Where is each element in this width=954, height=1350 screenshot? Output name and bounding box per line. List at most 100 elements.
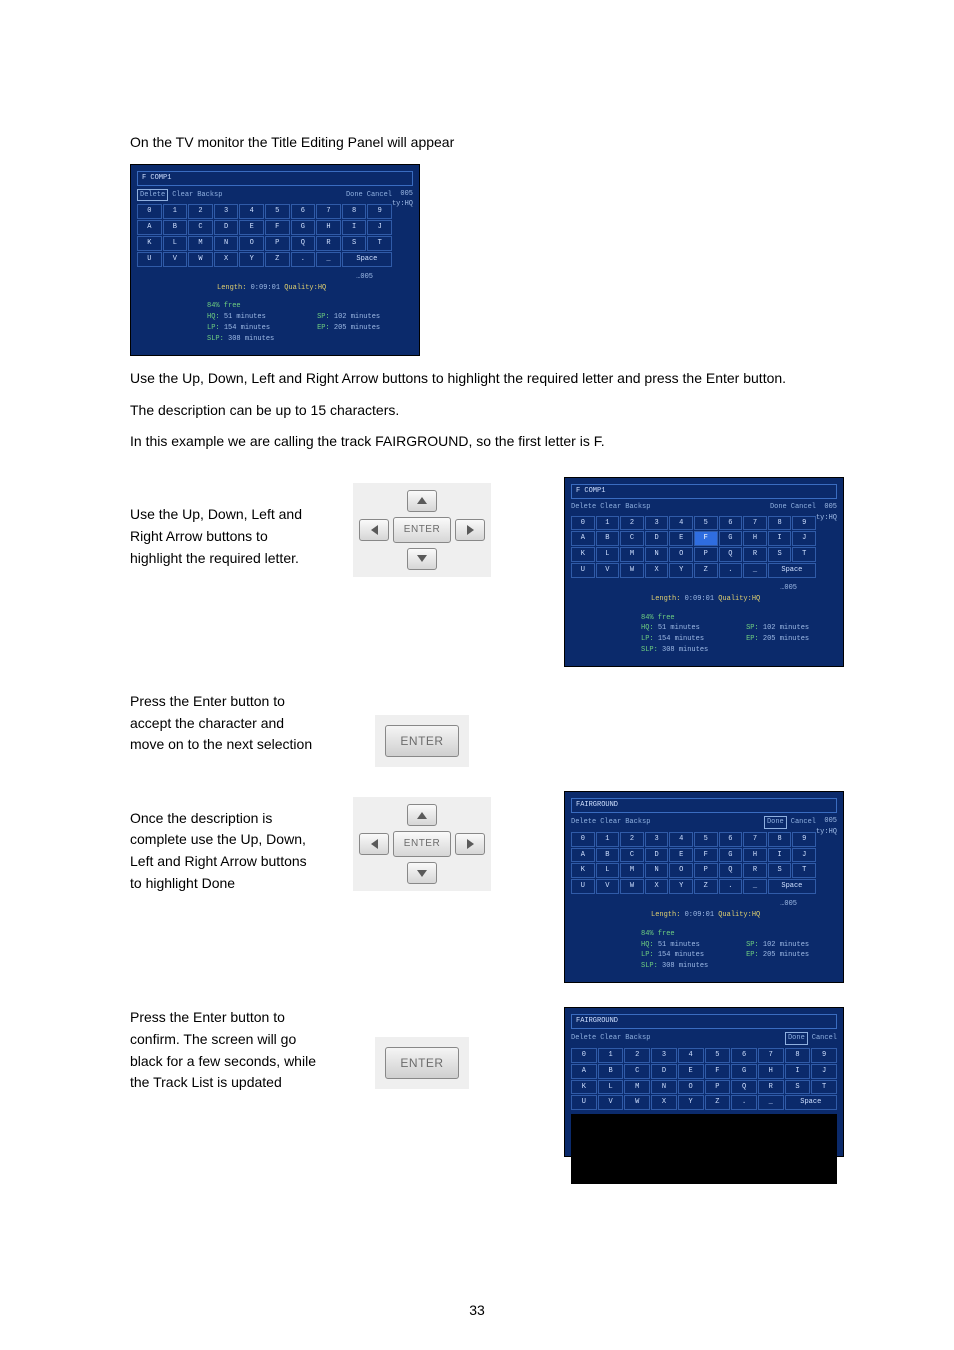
key-U: U — [571, 563, 595, 578]
intro-text: On the TV monitor the Title Editing Pane… — [130, 132, 844, 154]
key-C: C — [624, 1064, 650, 1079]
key-S: S — [768, 863, 792, 878]
arrow-down-icon[interactable] — [407, 548, 437, 570]
enter-button[interactable]: ENTER — [385, 1047, 459, 1079]
key-J: J — [367, 220, 392, 235]
key-B: B — [163, 220, 188, 235]
key-M: M — [620, 863, 644, 878]
key-L: L — [163, 236, 188, 251]
key-I: I — [768, 531, 792, 546]
key-Y: Y — [669, 879, 693, 894]
key-.: . — [291, 252, 316, 267]
enter-button[interactable]: ENTER — [393, 831, 451, 857]
key-N: N — [214, 236, 239, 251]
instruction-1: Use the Up, Down, Left and Right Arrow b… — [130, 368, 844, 390]
key-W: W — [624, 1095, 650, 1110]
key-_: _ — [316, 252, 341, 267]
key-M: M — [620, 547, 644, 562]
arrow-right-icon[interactable] — [455, 833, 485, 855]
key-7: 7 — [743, 832, 767, 847]
key-6: 6 — [719, 832, 743, 847]
key-0: 0 — [137, 204, 162, 219]
key-X: X — [645, 879, 669, 894]
arrow-left-icon[interactable] — [359, 833, 389, 855]
tv-cancel: Cancel — [367, 190, 392, 201]
key-H: H — [743, 531, 767, 546]
key-1: 1 — [163, 204, 188, 219]
key-X: X — [651, 1095, 677, 1110]
key-1: 1 — [596, 516, 620, 531]
key-1: 1 — [596, 832, 620, 847]
key-_: _ — [758, 1095, 784, 1110]
tv-screenshot-updating: FAIRGROUND Delete Clear Backsp Done Canc… — [564, 1007, 844, 1157]
key-8: 8 — [768, 516, 792, 531]
remote-enter-single: ENTER — [375, 1037, 469, 1089]
key-8: 8 — [768, 832, 792, 847]
key-V: V — [163, 252, 188, 267]
key-K: K — [571, 547, 595, 562]
key-4: 4 — [669, 832, 693, 847]
key-R: R — [743, 547, 767, 562]
key-V: V — [596, 563, 620, 578]
key-X: X — [645, 563, 669, 578]
key-O: O — [678, 1080, 704, 1095]
key-K: K — [137, 236, 162, 251]
enter-button[interactable]: ENTER — [385, 725, 459, 757]
key-F: F — [694, 531, 718, 546]
key-Z: Z — [265, 252, 290, 267]
key-T: T — [792, 863, 816, 878]
key-F: F — [265, 220, 290, 235]
key-P: P — [694, 863, 718, 878]
tv-title: F COMP1 — [137, 171, 413, 186]
enter-button[interactable]: ENTER — [393, 517, 451, 543]
tv-delete: Delete — [137, 189, 168, 202]
key-7: 7 — [316, 204, 341, 219]
arrow-up-icon[interactable] — [407, 804, 437, 826]
key-O: O — [669, 863, 693, 878]
key-5: 5 — [705, 1048, 731, 1063]
key-5: 5 — [694, 832, 718, 847]
key-X: X — [214, 252, 239, 267]
key-G: G — [719, 848, 743, 863]
key-9: 9 — [792, 832, 816, 847]
key-_: _ — [743, 879, 767, 894]
step-1-text: Use the Up, Down, Left and Right Arrow b… — [130, 477, 332, 597]
key-N: N — [645, 863, 669, 878]
key-P: P — [694, 547, 718, 562]
key-C: C — [188, 220, 213, 235]
arrow-left-icon[interactable] — [359, 519, 389, 541]
key-J: J — [792, 848, 816, 863]
key-W: W — [620, 879, 644, 894]
key-E: E — [669, 531, 693, 546]
key-T: T — [811, 1080, 837, 1095]
key-5: 5 — [265, 204, 290, 219]
key-9: 9 — [792, 516, 816, 531]
step-2-text: Press the Enter button to accept the cha… — [130, 691, 332, 756]
page-number: 33 — [0, 1300, 954, 1322]
key-P: P — [265, 236, 290, 251]
key-C: C — [620, 531, 644, 546]
arrow-down-icon[interactable] — [407, 862, 437, 884]
key-V: V — [598, 1095, 624, 1110]
arrow-right-icon[interactable] — [455, 519, 485, 541]
key-T: T — [367, 236, 392, 251]
tv-screenshot-initial: F COMP1 Delete Clear Backsp Done Cancel … — [130, 164, 420, 356]
remote-enter-single: ENTER — [375, 715, 469, 767]
remote-arrow-cluster: ENTER — [353, 797, 491, 891]
key-F: F — [705, 1064, 731, 1079]
key-R: R — [316, 236, 341, 251]
key-Z: Z — [694, 563, 718, 578]
key-0: 0 — [571, 832, 595, 847]
key-Y: Y — [678, 1095, 704, 1110]
key-Y: Y — [239, 252, 264, 267]
key-W: W — [188, 252, 213, 267]
key-0: 0 — [571, 516, 595, 531]
key-I: I — [785, 1064, 811, 1079]
key-6: 6 — [291, 204, 316, 219]
key-L: L — [596, 863, 620, 878]
key-A: A — [571, 531, 595, 546]
arrow-up-icon[interactable] — [407, 490, 437, 512]
key-8: 8 — [342, 204, 367, 219]
key-Q: Q — [731, 1080, 757, 1095]
key-W: W — [620, 563, 644, 578]
